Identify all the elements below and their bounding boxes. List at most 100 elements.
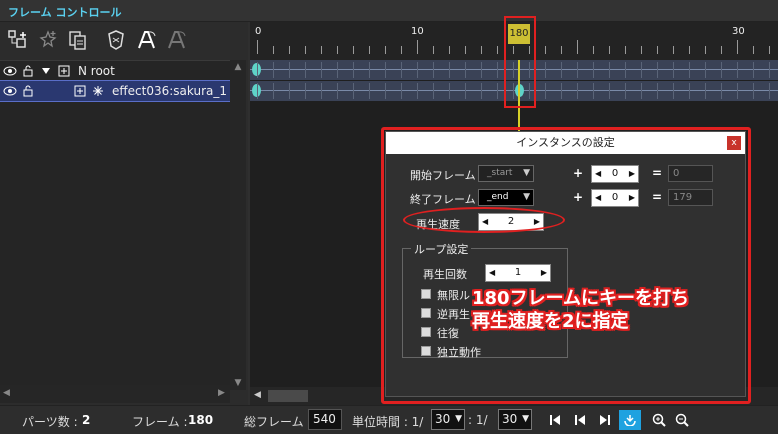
frame-cell-divider (497, 62, 498, 78)
spin-right-icon[interactable]: ▶ (629, 190, 635, 206)
plus-sign: + (573, 190, 584, 204)
total-frames-input[interactable]: 540 (308, 409, 342, 430)
ruler-tick (721, 46, 722, 54)
frame-cell-divider (353, 83, 354, 99)
tree-row-label: effect036:sakura_1 (112, 84, 227, 98)
add-effect-icon[interactable] (36, 28, 60, 52)
start-result-field: 0 (668, 165, 713, 182)
ruler-tick (737, 40, 738, 54)
ruler-tick (561, 46, 562, 54)
scroll-left-icon[interactable]: ◀ (3, 388, 10, 398)
frame-cell-divider (577, 83, 578, 99)
prev-frame-icon[interactable] (571, 411, 589, 429)
frame-cell-divider (673, 83, 674, 99)
frame-cell-divider (353, 62, 354, 78)
left-panel: N root effect036:sakura_1 ▲ ▼ ◀ ▶ (0, 22, 248, 405)
start-offset-spinner[interactable]: ◀ 0 ▶ (591, 165, 639, 183)
frame-cell-divider (321, 83, 322, 99)
chevron-down-icon: ▼ (455, 414, 462, 424)
frame-cell-divider (545, 62, 546, 78)
frame-cell-divider (321, 62, 322, 78)
ruler-tick (769, 46, 770, 54)
frame-cell-divider (657, 83, 658, 99)
shield-icon[interactable] (104, 28, 128, 52)
text-a-redo-icon[interactable] (164, 28, 188, 52)
frame-value: 180 (188, 413, 214, 427)
scroll-right-icon[interactable]: ▶ (218, 388, 225, 398)
ruler-tick (305, 46, 306, 54)
frame-cell-divider (625, 62, 626, 78)
spin-right-icon[interactable]: ▶ (541, 265, 547, 281)
frame-cell-divider (657, 62, 658, 78)
add-part-icon[interactable] (6, 28, 30, 52)
frame-cell-divider (465, 62, 466, 78)
end-offset-spinner[interactable]: ◀ 0 ▶ (591, 189, 639, 207)
reverse-checkbox[interactable] (421, 308, 431, 318)
frame-cell-divider (769, 62, 770, 78)
tree-row-effect[interactable]: effect036:sakura_1 (0, 80, 231, 102)
tree-vertical-scrollbar[interactable]: ▲ ▼ (230, 60, 246, 390)
zoom-out-icon[interactable] (673, 411, 691, 429)
ruler-tick (449, 46, 450, 54)
frame-cell-divider (449, 83, 450, 99)
ruler-tick (417, 40, 418, 54)
ruler-tick (641, 46, 642, 54)
ruler-tick (465, 46, 466, 54)
unit-time-select-1[interactable]: 30 ▼ (431, 409, 465, 430)
frame-cell-divider (625, 83, 626, 99)
loop-toggle-icon[interactable] (619, 410, 641, 430)
ruler-tick (625, 46, 626, 54)
scroll-down-icon[interactable]: ▼ (230, 376, 246, 390)
frame-cell-divider (593, 62, 594, 78)
eye-icon[interactable] (2, 63, 18, 79)
frame-cell-divider (401, 83, 402, 99)
frame-cell-divider (273, 83, 274, 99)
instance-settings-dialog: インスタンスの設定 x 開始フレーム _start ▼ + ◀ 0 ▶ = 0 終了フ… (385, 131, 746, 397)
ruler-tick (385, 46, 386, 54)
ruler-tick (753, 46, 754, 54)
equals-sign: = (652, 166, 663, 180)
end-frame-combo[interactable]: _end ▼ (478, 189, 534, 206)
frame-cell-divider (769, 83, 770, 99)
collapse-triangle-icon[interactable] (38, 63, 54, 79)
copy-icon[interactable] (66, 28, 90, 52)
next-frame-icon[interactable] (596, 411, 614, 429)
start-frame-combo[interactable]: _start ▼ (478, 165, 534, 182)
infinite-loop-checkbox[interactable] (421, 289, 431, 299)
independent-checkbox[interactable] (421, 346, 431, 356)
loop-group-title: ループ設定 (411, 241, 472, 257)
ruler-label: 10 (411, 26, 424, 37)
ruler-tick (321, 46, 322, 54)
close-button[interactable]: x (727, 136, 741, 150)
frame-cell-divider (481, 62, 482, 78)
chevron-down-icon: ▼ (522, 414, 529, 424)
loop-count-spinner[interactable]: ◀ 1 ▶ (485, 264, 551, 282)
text-a-icon[interactable] (134, 28, 158, 52)
select-value: 30 (435, 412, 451, 426)
frame-control-window: フレーム コントロール N root effect036:sakura_1 ▲ … (0, 0, 778, 434)
first-frame-icon[interactable] (546, 411, 564, 429)
frame-cell-divider (641, 83, 642, 99)
checkbox-label: 無限ル (437, 289, 470, 302)
eye-icon[interactable] (2, 83, 18, 99)
title-bar: フレーム コントロール (0, 0, 778, 22)
frame-cell-divider (417, 83, 418, 99)
frame-cell-divider (721, 62, 722, 78)
zoom-in-icon[interactable] (650, 411, 668, 429)
frame-cell-divider (257, 83, 258, 99)
spin-right-icon[interactable]: ▶ (629, 166, 635, 182)
pingpong-checkbox[interactable] (421, 327, 431, 337)
scroll-up-icon[interactable]: ▲ (230, 60, 246, 74)
toolbar (0, 22, 248, 58)
frame-cell-divider (593, 83, 594, 99)
lock-icon[interactable] (20, 63, 36, 79)
ruler-tick (497, 46, 498, 54)
tree-horizontal-scrollbar[interactable]: ◀ ▶ (0, 385, 230, 403)
frame-cell-divider (385, 62, 386, 78)
unit-time-select-2[interactable]: 30 ▼ (498, 409, 532, 430)
scroll-thumb[interactable] (268, 390, 308, 402)
tree-row-root[interactable]: N root (0, 61, 230, 81)
dialog-title: インスタンスの設定 (386, 132, 745, 154)
lock-icon[interactable] (20, 83, 36, 99)
scroll-left-icon[interactable]: ◀ (254, 390, 261, 400)
